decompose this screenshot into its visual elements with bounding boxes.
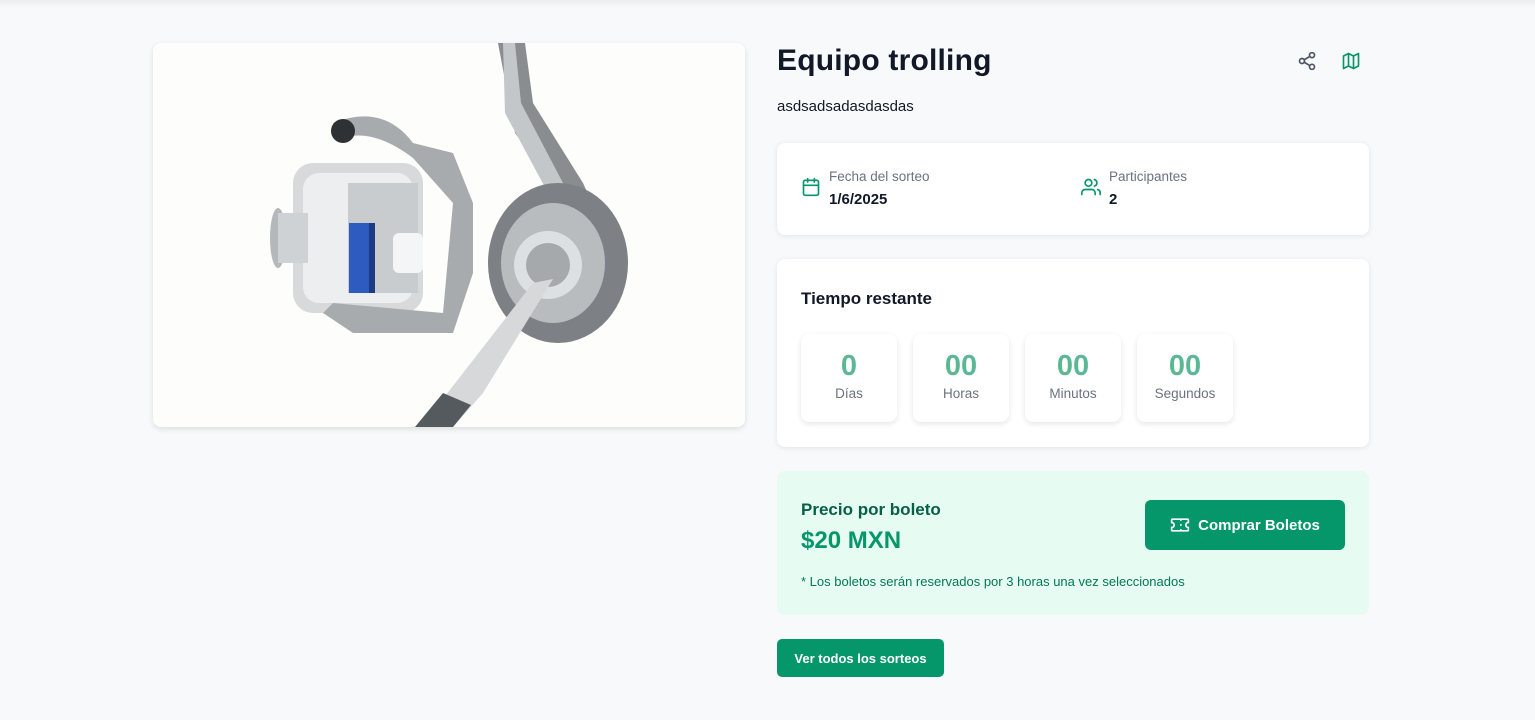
map-icon[interactable] — [1340, 50, 1362, 72]
participants: Participantes 2 — [1081, 169, 1187, 208]
raffle-title: Equipo trolling — [777, 44, 992, 77]
countdown-seconds: 00 Segundos — [1137, 334, 1233, 422]
countdown-card: Tiempo restante 0 Días 00 Horas 00 Minut… — [777, 259, 1369, 447]
header-shadow — [0, 0, 1535, 8]
days-value: 0 — [840, 350, 858, 382]
product-image — [153, 43, 745, 427]
hours-label: Horas — [942, 386, 979, 401]
minutes-label: Minutos — [1049, 386, 1097, 401]
price-value: $20 MXN — [801, 527, 902, 554]
seconds-label: Segundos — [1154, 386, 1216, 401]
ticket-icon — [1170, 518, 1190, 532]
draw-date: Fecha del sorteo 1/6/2025 — [801, 169, 930, 208]
draw-date-label: Fecha del sorteo — [829, 169, 930, 184]
buy-tickets-label: Comprar Boletos — [1198, 516, 1320, 534]
raffle-description: asdsadsadasdasdas — [777, 98, 914, 115]
calendar-icon — [801, 177, 823, 199]
hours-value: 00 — [944, 350, 978, 382]
ticket-price-card: Precio por boleto $20 MXN Comprar Boleto… — [777, 471, 1369, 615]
raffle-info-card: Fecha del sorteo 1/6/2025 Participantes … — [777, 143, 1369, 235]
buy-tickets-button[interactable]: Comprar Boletos — [1145, 500, 1345, 550]
countdown-title: Tiempo restante — [801, 289, 933, 308]
reservation-note: * Los boletos serán reservados por 3 hor… — [801, 574, 1185, 589]
draw-date-value: 1/6/2025 — [829, 191, 888, 208]
days-label: Días — [835, 386, 863, 401]
seconds-value: 00 — [1168, 350, 1202, 382]
countdown-minutes: 00 Minutos — [1025, 334, 1121, 422]
users-icon — [1081, 177, 1103, 199]
participants-value: 2 — [1109, 191, 1118, 208]
countdown-days: 0 Días — [801, 334, 897, 422]
countdown-hours: 00 Horas — [913, 334, 1009, 422]
fishing-reel-illustration — [153, 43, 745, 427]
price-label: Precio por boleto — [801, 500, 941, 519]
participants-label: Participantes — [1109, 169, 1188, 184]
share-icon[interactable] — [1296, 50, 1318, 72]
minutes-value: 00 — [1056, 350, 1090, 382]
view-all-raffles-button[interactable]: Ver todos los sorteos — [777, 639, 944, 677]
